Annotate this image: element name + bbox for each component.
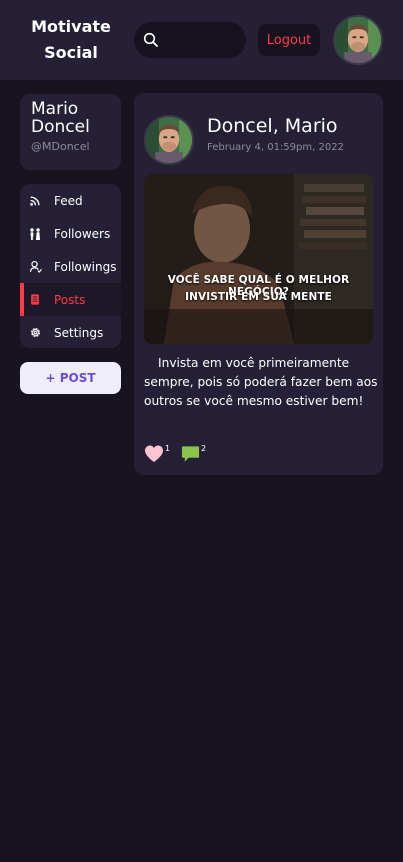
sidebar-item-label: Feed	[54, 193, 83, 208]
avatar[interactable]	[333, 15, 383, 65]
sidebar-item-label: Followers	[54, 226, 111, 241]
profile-last-name: Doncel	[31, 117, 90, 137]
heart-icon	[144, 445, 164, 467]
sidebar-item-label: Posts	[54, 292, 86, 307]
new-post-button[interactable]: + POST	[20, 362, 121, 394]
comment-icon	[181, 445, 200, 467]
post-timestamp: February 4, 01:59pm, 2022	[207, 142, 344, 153]
like-button[interactable]: 1	[144, 445, 170, 467]
logo-line-2: Social	[44, 43, 98, 62]
sidebar-nav: Feed Followers Followings Posts Settings	[20, 184, 121, 348]
sidebar-item-followings[interactable]: Followings	[20, 250, 121, 283]
post-author-avatar[interactable]	[144, 115, 194, 165]
search-icon	[143, 32, 159, 48]
app-logo[interactable]: Motivate Social	[22, 14, 120, 66]
rss-icon	[28, 194, 42, 208]
profile-card[interactable]: Mario Doncel @MDoncel	[20, 94, 121, 170]
sidebar-item-label: Settings	[54, 325, 104, 340]
avatar-photo	[335, 17, 381, 63]
avatar-photo	[146, 117, 192, 163]
gear-icon	[28, 326, 42, 340]
post-image[interactable]: VOCÊ SABE QUAL É O MELHOR NEGÓCIO? INVIS…	[144, 174, 373, 344]
post-card: Doncel, Mario February 4, 01:59pm, 2022 …	[134, 93, 383, 475]
sidebar-item-posts[interactable]: Posts	[20, 283, 121, 316]
comment-count: 2	[201, 444, 207, 453]
document-icon	[28, 293, 42, 307]
logout-button[interactable]: Logout	[258, 24, 320, 56]
top-bar: Motivate Social Logout	[0, 0, 403, 80]
sidebar-item-label: Followings	[54, 259, 117, 274]
sidebar-item-followers[interactable]: Followers	[20, 217, 121, 250]
logo-line-1: Motivate	[31, 17, 111, 36]
profile-handle: @MDoncel	[31, 140, 90, 153]
user-icon	[28, 260, 42, 274]
profile-first-name: Mario	[31, 99, 79, 119]
search-input[interactable]	[134, 22, 246, 58]
like-count: 1	[165, 444, 171, 453]
post-reactions: 1 2	[144, 445, 264, 465]
followers-icon	[28, 227, 42, 241]
post-image-photo	[144, 174, 373, 344]
post-body: Invista em você primeiramente sempre, po…	[144, 356, 378, 408]
comment-button[interactable]: 2	[181, 445, 206, 467]
sidebar-item-feed[interactable]: Feed	[20, 184, 121, 217]
image-caption-line-2: INVISTIR EM SUA MENTE	[185, 291, 332, 303]
post-author-name[interactable]: Doncel, Mario	[207, 115, 338, 137]
sidebar-item-settings[interactable]: Settings	[20, 316, 121, 348]
